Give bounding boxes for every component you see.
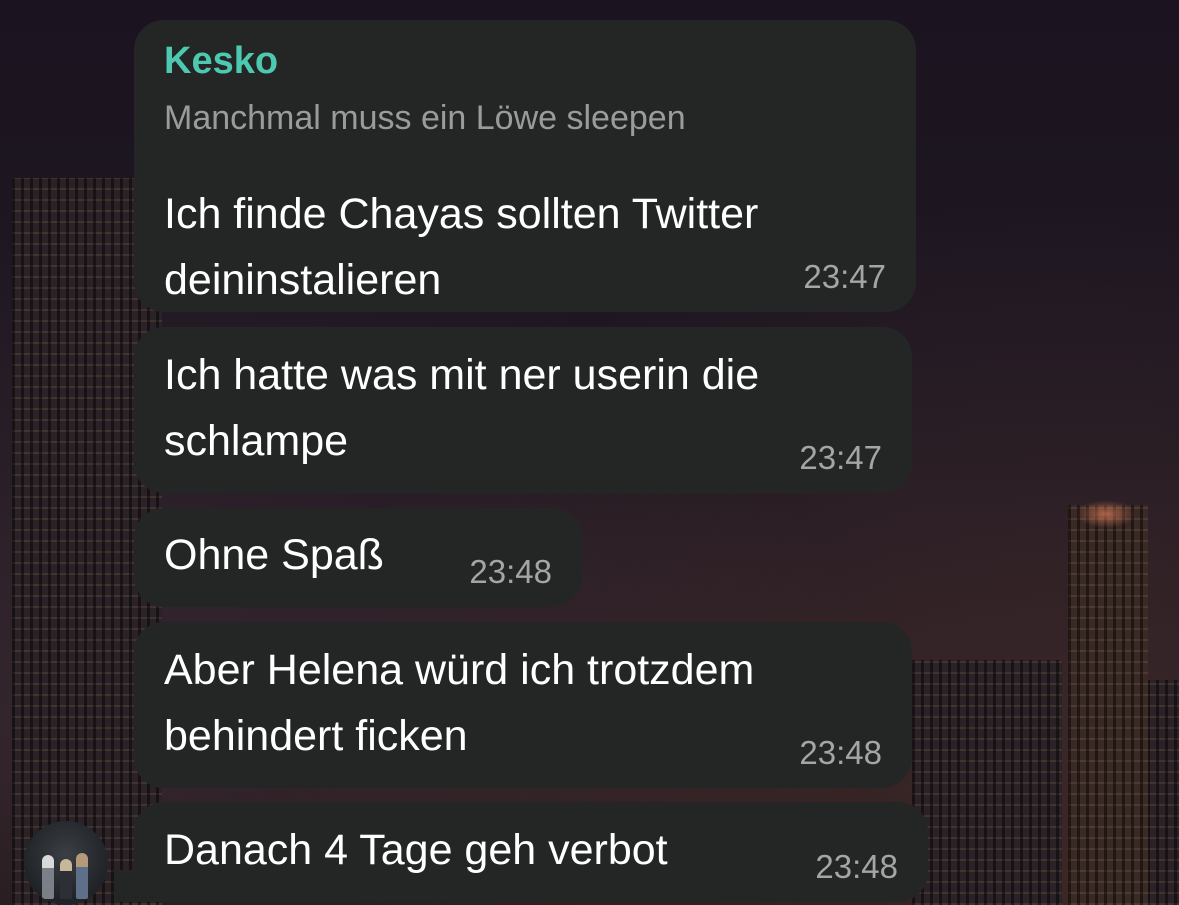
sender-name[interactable]: Kesko	[164, 40, 278, 83]
message-bubble[interactable]: Aber Helena würd ich trotzdem behindert …	[134, 622, 912, 788]
message-bubble[interactable]: Ich hatte was mit ner userin die schlamp…	[134, 327, 912, 493]
message-time: 23:47	[803, 258, 886, 295]
message-bubble[interactable]: Danach 4 Tage geh verbot 23:48	[134, 802, 928, 902]
forward-line: Manchmal muss ein Löwe sleepen	[164, 99, 686, 137]
message-text-line: Ich hatte was mit ner userin die	[164, 351, 760, 399]
wallpaper-building	[1068, 505, 1148, 905]
message-time: 23:48	[469, 553, 552, 590]
message-text-line: behindert ficken	[164, 712, 468, 760]
message-text-line: Ohne Spaß	[164, 531, 384, 579]
wallpaper-building	[912, 660, 1062, 905]
message-bubble[interactable]: Kesko Manchmal muss ein Löwe sleepen Ich…	[134, 20, 916, 312]
message-time: 23:48	[799, 734, 882, 771]
message-text-line: Danach 4 Tage geh verbot	[164, 826, 668, 874]
message-text-line: Ich finde Chayas sollten Twitter	[164, 190, 759, 238]
sender-avatar[interactable]	[24, 821, 108, 905]
message-time: 23:47	[799, 439, 882, 476]
message-text-line: schlampe	[164, 417, 349, 465]
avatar-figure	[76, 853, 88, 899]
avatar-figure	[60, 859, 72, 899]
message-text-line: deininstalieren	[164, 256, 442, 304]
message-bubble[interactable]: Ohne Spaß 23:48	[134, 508, 582, 607]
message-text-line: Aber Helena würd ich trotzdem	[164, 646, 755, 694]
avatar-figure	[42, 855, 54, 899]
message-time: 23:48	[815, 848, 898, 885]
wallpaper-light	[1076, 500, 1136, 528]
